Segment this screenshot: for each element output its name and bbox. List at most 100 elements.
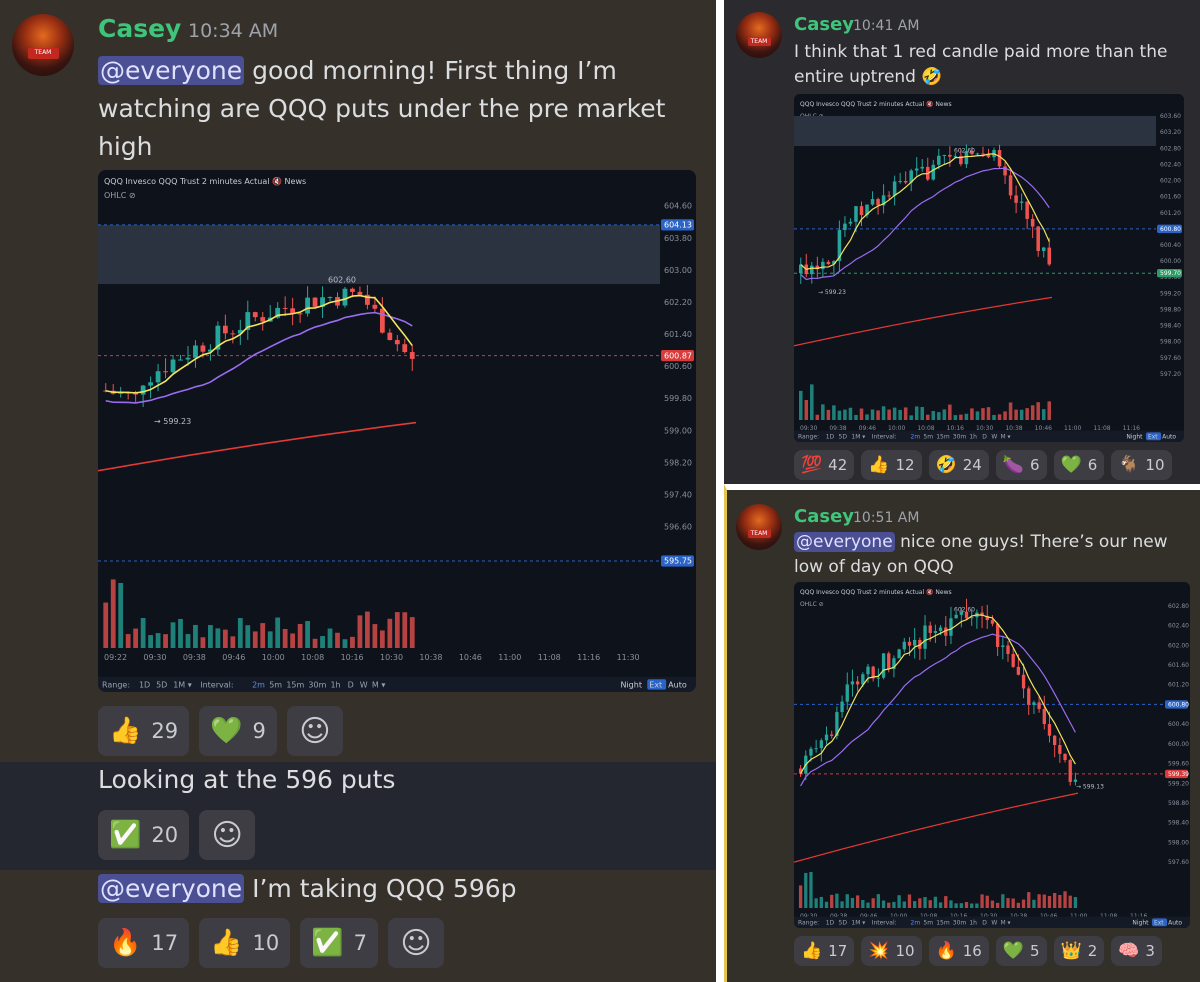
y-tick-label: 601.20 xyxy=(1160,210,1181,217)
indicator-label: OHLC ⊘ xyxy=(104,191,136,200)
candle-body xyxy=(1001,645,1005,647)
reaction-pill[interactable]: 👍 10 xyxy=(199,918,291,968)
reaction-pill[interactable]: 👍 29 xyxy=(98,706,190,756)
toolbar-item: Range: xyxy=(102,681,130,690)
reaction-pill[interactable]: 🤣 24 xyxy=(928,450,989,480)
volume-bar xyxy=(178,618,183,648)
volume-bar xyxy=(140,617,146,648)
reaction-pill[interactable]: 💥 10 xyxy=(861,936,922,966)
chart-image-3[interactable]: QQQ Invesco QQQ Trust 2 minutes Actual 🔇… xyxy=(794,582,1190,928)
reaction-pill[interactable]: ✅ 7 xyxy=(300,918,378,968)
reaction-emoji-icon: 👍 xyxy=(868,455,890,475)
volume-bar xyxy=(909,415,913,420)
y-tick-label: 598.00 xyxy=(1168,839,1189,846)
volume-bar xyxy=(193,624,198,648)
mention-everyone[interactable]: @everyone xyxy=(794,532,895,552)
user-avatar[interactable]: TEAM xyxy=(12,14,74,76)
x-tick-label: 09:30 xyxy=(143,653,166,662)
reaction-pill[interactable]: 👍 17 xyxy=(794,936,855,966)
volume-bar xyxy=(185,634,191,648)
volume-bar xyxy=(986,407,991,420)
candle-body xyxy=(178,359,183,361)
reaction-bar: 🔥 17 👍 10 ✅ 7 ☺ xyxy=(98,918,444,968)
reaction-count: 5 xyxy=(1029,942,1040,960)
reaction-pill[interactable]: ✅ 20 xyxy=(98,810,190,860)
price-tag-label: 600.87 xyxy=(664,351,692,360)
username[interactable]: Casey xyxy=(794,506,854,527)
add-reaction-button[interactable]: ☺ xyxy=(387,918,444,968)
reaction-count: 7 xyxy=(353,931,367,955)
username[interactable]: Casey xyxy=(98,14,181,43)
chart-image-1[interactable]: QQQ Invesco QQQ Trust 2 minutes Actual 🔇… xyxy=(98,170,696,692)
reaction-pill[interactable]: 🧠 3 xyxy=(1111,936,1162,966)
candle-body xyxy=(887,195,891,197)
reaction-count: 10 xyxy=(1145,456,1165,474)
reaction-pill[interactable]: 🐐 10 xyxy=(1111,450,1172,480)
volume-bar xyxy=(865,414,869,420)
candle-body xyxy=(1047,724,1052,736)
candle-body xyxy=(866,666,870,675)
reaction-pill[interactable]: 💚 9 xyxy=(199,706,277,756)
y-tick-label: 596.60 xyxy=(664,523,692,532)
candle-body xyxy=(1016,666,1021,675)
smiley-icon: ☺ xyxy=(400,925,432,961)
volume-bar xyxy=(814,898,818,908)
candle-body xyxy=(1037,702,1041,709)
chart-image-2[interactable]: QQQ Invesco QQQ Trust 2 minutes Actual 🔇… xyxy=(794,94,1184,442)
volume-bar xyxy=(959,414,963,420)
mention-everyone[interactable]: @everyone xyxy=(98,56,245,85)
divider xyxy=(716,0,724,982)
reaction-pill[interactable]: 🔥 16 xyxy=(928,936,989,966)
x-tick-label: 11:30 xyxy=(617,653,640,662)
x-tick-label: 10:46 xyxy=(459,653,482,662)
candle-body xyxy=(907,641,912,646)
volume-bar xyxy=(282,628,288,648)
volume-bar xyxy=(260,623,266,648)
candle-body xyxy=(1030,218,1035,227)
volume-bar xyxy=(881,406,886,420)
volume-bar xyxy=(992,414,996,420)
reaction-pill[interactable]: 👍 12 xyxy=(861,450,922,480)
add-reaction-button[interactable]: ☺ xyxy=(286,706,343,756)
candle-body xyxy=(881,653,886,678)
toolbar-item: M ▾ xyxy=(372,681,385,690)
toolbar-item: 30m xyxy=(953,920,967,927)
reaction-pill[interactable]: 🔥 17 xyxy=(98,918,190,968)
reaction-pill[interactable]: 💚 6 xyxy=(1053,450,1105,480)
reaction-pill[interactable]: 👑 2 xyxy=(1053,936,1105,966)
mention-everyone[interactable]: @everyone xyxy=(98,874,245,903)
add-reaction-button[interactable]: ☺ xyxy=(199,810,256,860)
reaction-emoji-icon: 🍆 xyxy=(1002,455,1024,475)
candle-body xyxy=(1006,645,1010,654)
reaction-pill[interactable]: 🍆 6 xyxy=(995,450,1047,480)
reaction-pill[interactable]: 💯 42 xyxy=(794,450,855,480)
volume-bar xyxy=(925,414,930,420)
high-annotation: 602.60 xyxy=(954,607,975,614)
user-avatar[interactable]: TEAM xyxy=(736,504,782,550)
volume-bar xyxy=(804,400,809,420)
y-tick-label: 600.00 xyxy=(1160,258,1181,265)
volume-bar xyxy=(267,631,273,648)
candle-body xyxy=(948,154,952,157)
volume-bar xyxy=(920,407,925,420)
volume-bar xyxy=(964,413,969,420)
candle-body xyxy=(902,641,906,650)
user-avatar[interactable]: TEAM xyxy=(736,12,782,58)
candle-body xyxy=(810,265,814,275)
candle-body xyxy=(830,734,834,736)
candle-body xyxy=(1025,201,1029,219)
toolbar-item: W xyxy=(991,920,997,927)
username[interactable]: Casey xyxy=(794,14,854,35)
volume-bar xyxy=(980,894,984,908)
reaction-emoji-icon: 👍 xyxy=(109,716,142,746)
reaction-emoji-icon: 👑 xyxy=(1060,941,1082,961)
volume-bar xyxy=(914,406,919,420)
candle-body xyxy=(342,288,348,306)
reaction-pill[interactable]: 💚 5 xyxy=(995,936,1047,966)
volume-bar xyxy=(312,638,318,648)
toolbar-item: M ▾ xyxy=(1000,434,1010,441)
reaction-emoji-icon: 💚 xyxy=(1002,941,1024,961)
reaction-count: 20 xyxy=(151,823,179,847)
volume-bar xyxy=(954,903,958,908)
volume-bar xyxy=(133,628,139,648)
